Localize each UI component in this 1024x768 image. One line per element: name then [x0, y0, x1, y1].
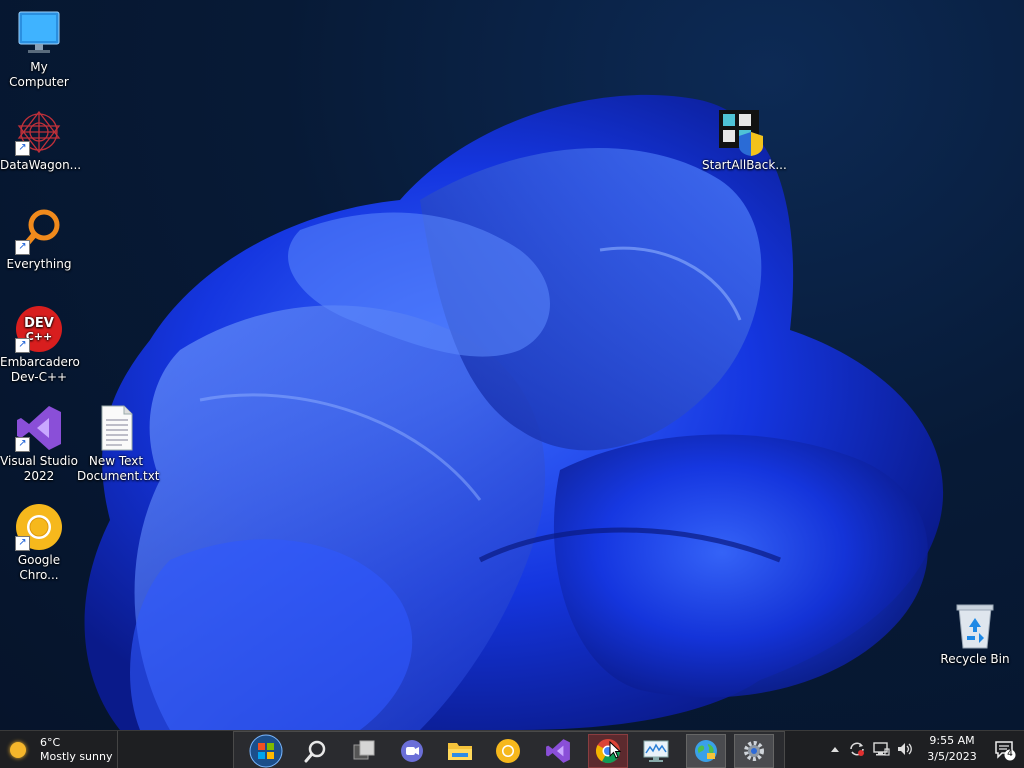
desktop-icon-my-computer[interactable]: My Computer: [0, 10, 78, 90]
desktop-icon-google-chrome[interactable]: ↗ Google Chro...: [0, 503, 78, 583]
startallback-icon: [717, 108, 765, 156]
volume-icon[interactable]: [896, 740, 914, 758]
shortcut-arrow-icon: ↗: [15, 141, 30, 156]
clock[interactable]: 9:55 AM 3/5/2023: [922, 733, 982, 765]
show-hidden-icons-chevron-icon[interactable]: [826, 740, 844, 758]
chat-icon: [401, 740, 423, 762]
task-view-button[interactable]: [344, 734, 384, 768]
search-button[interactable]: [296, 734, 336, 768]
shortcut-arrow-icon: ↗: [15, 338, 30, 353]
file-explorer-button[interactable]: [440, 734, 480, 768]
shortcut-arrow-icon: ↗: [15, 437, 30, 452]
wallpaper-bloom: [84, 94, 944, 730]
chrome-canary-icon: [496, 739, 520, 763]
settings-button[interactable]: [734, 734, 774, 768]
search-icon: [304, 740, 326, 763]
svg-text:DEV: DEV: [24, 316, 54, 331]
icon-label: Google Chro...: [17, 553, 61, 582]
network-icon[interactable]: [872, 740, 890, 758]
windows-orb-icon: [249, 734, 283, 768]
desktop[interactable]: My Computer ↗ DataWagon... ↗ Everything …: [0, 0, 1024, 730]
desktop-icon-visual-studio[interactable]: ↗ Visual Studio 2022: [0, 404, 78, 484]
desktop-icon-startallback[interactable]: StartAllBack...: [702, 108, 787, 173]
devcpp-icon: DEV C++ ↗: [15, 305, 63, 353]
weather-condition: Mostly sunny: [40, 750, 113, 763]
gear-icon: [744, 741, 764, 761]
visual-studio-icon: ↗: [15, 404, 63, 452]
taskbar-apps: [233, 731, 785, 768]
icon-label: My Computer: [9, 60, 69, 89]
chrome-canary-button[interactable]: [488, 734, 528, 768]
monitor-icon: [15, 10, 63, 58]
recycle-bin-icon: [951, 602, 999, 650]
icon-label: Recycle Bin: [940, 652, 1010, 666]
desktop-icon-everything[interactable]: ↗ Everything: [0, 207, 78, 272]
sync-icon[interactable]: [848, 740, 866, 758]
mouse-cursor-icon: [609, 741, 622, 759]
datawagon-icon: ↗: [15, 108, 63, 156]
weather-temperature: 6°C: [40, 736, 61, 749]
chrome-button[interactable]: [588, 734, 628, 768]
system-tray: 9:55 AM 3/5/2023 4: [818, 731, 1024, 768]
icon-label: Everything: [6, 257, 72, 271]
clock-time: 9:55 AM: [929, 734, 975, 747]
chrome-canary-icon: ↗: [15, 503, 63, 551]
desktop-icon-datawagon[interactable]: ↗ DataWagon...: [0, 108, 82, 173]
text-file-icon: [92, 404, 140, 452]
icon-label: New Text Document.txt: [77, 454, 160, 483]
visual-studio-icon: [546, 739, 570, 763]
weather-widget[interactable]: 6°C Mostly sunny: [0, 731, 118, 768]
icon-label: Embarcadero Dev-C++: [0, 355, 80, 384]
desktop-icon-new-text-document[interactable]: New Text Document.txt: [77, 404, 160, 484]
magnifier-icon: ↗: [15, 207, 63, 255]
clock-date: 3/5/2023: [927, 750, 977, 763]
taskbar: 6°C Mostly sunny 9:55 AM 3/5/2023 4: [0, 730, 1024, 768]
notification-count: 4: [1007, 749, 1013, 759]
control-panel-button[interactable]: [686, 734, 726, 768]
icon-label: StartAllBack...: [702, 158, 787, 172]
teams-chat-button[interactable]: [392, 734, 432, 768]
folder-icon: [448, 743, 472, 760]
globe-icon: [695, 740, 717, 762]
notification-center-button[interactable]: 4: [994, 739, 1016, 761]
desktop-icon-recycle-bin[interactable]: Recycle Bin: [936, 602, 1014, 667]
icon-label: DataWagon...: [0, 158, 82, 172]
start-button[interactable]: [246, 734, 286, 768]
desktop-icon-devcpp[interactable]: DEV C++ ↗ Embarcadero Dev-C++: [0, 305, 80, 385]
shortcut-arrow-icon: ↗: [15, 536, 30, 551]
shortcut-arrow-icon: ↗: [15, 240, 30, 255]
visual-studio-button[interactable]: [538, 734, 578, 768]
sun-icon: [10, 742, 26, 758]
monitor-icon: [643, 740, 669, 762]
icon-label: Visual Studio 2022: [0, 454, 78, 483]
task-view-icon: [353, 740, 375, 760]
resource-monitor-button[interactable]: [636, 734, 676, 768]
